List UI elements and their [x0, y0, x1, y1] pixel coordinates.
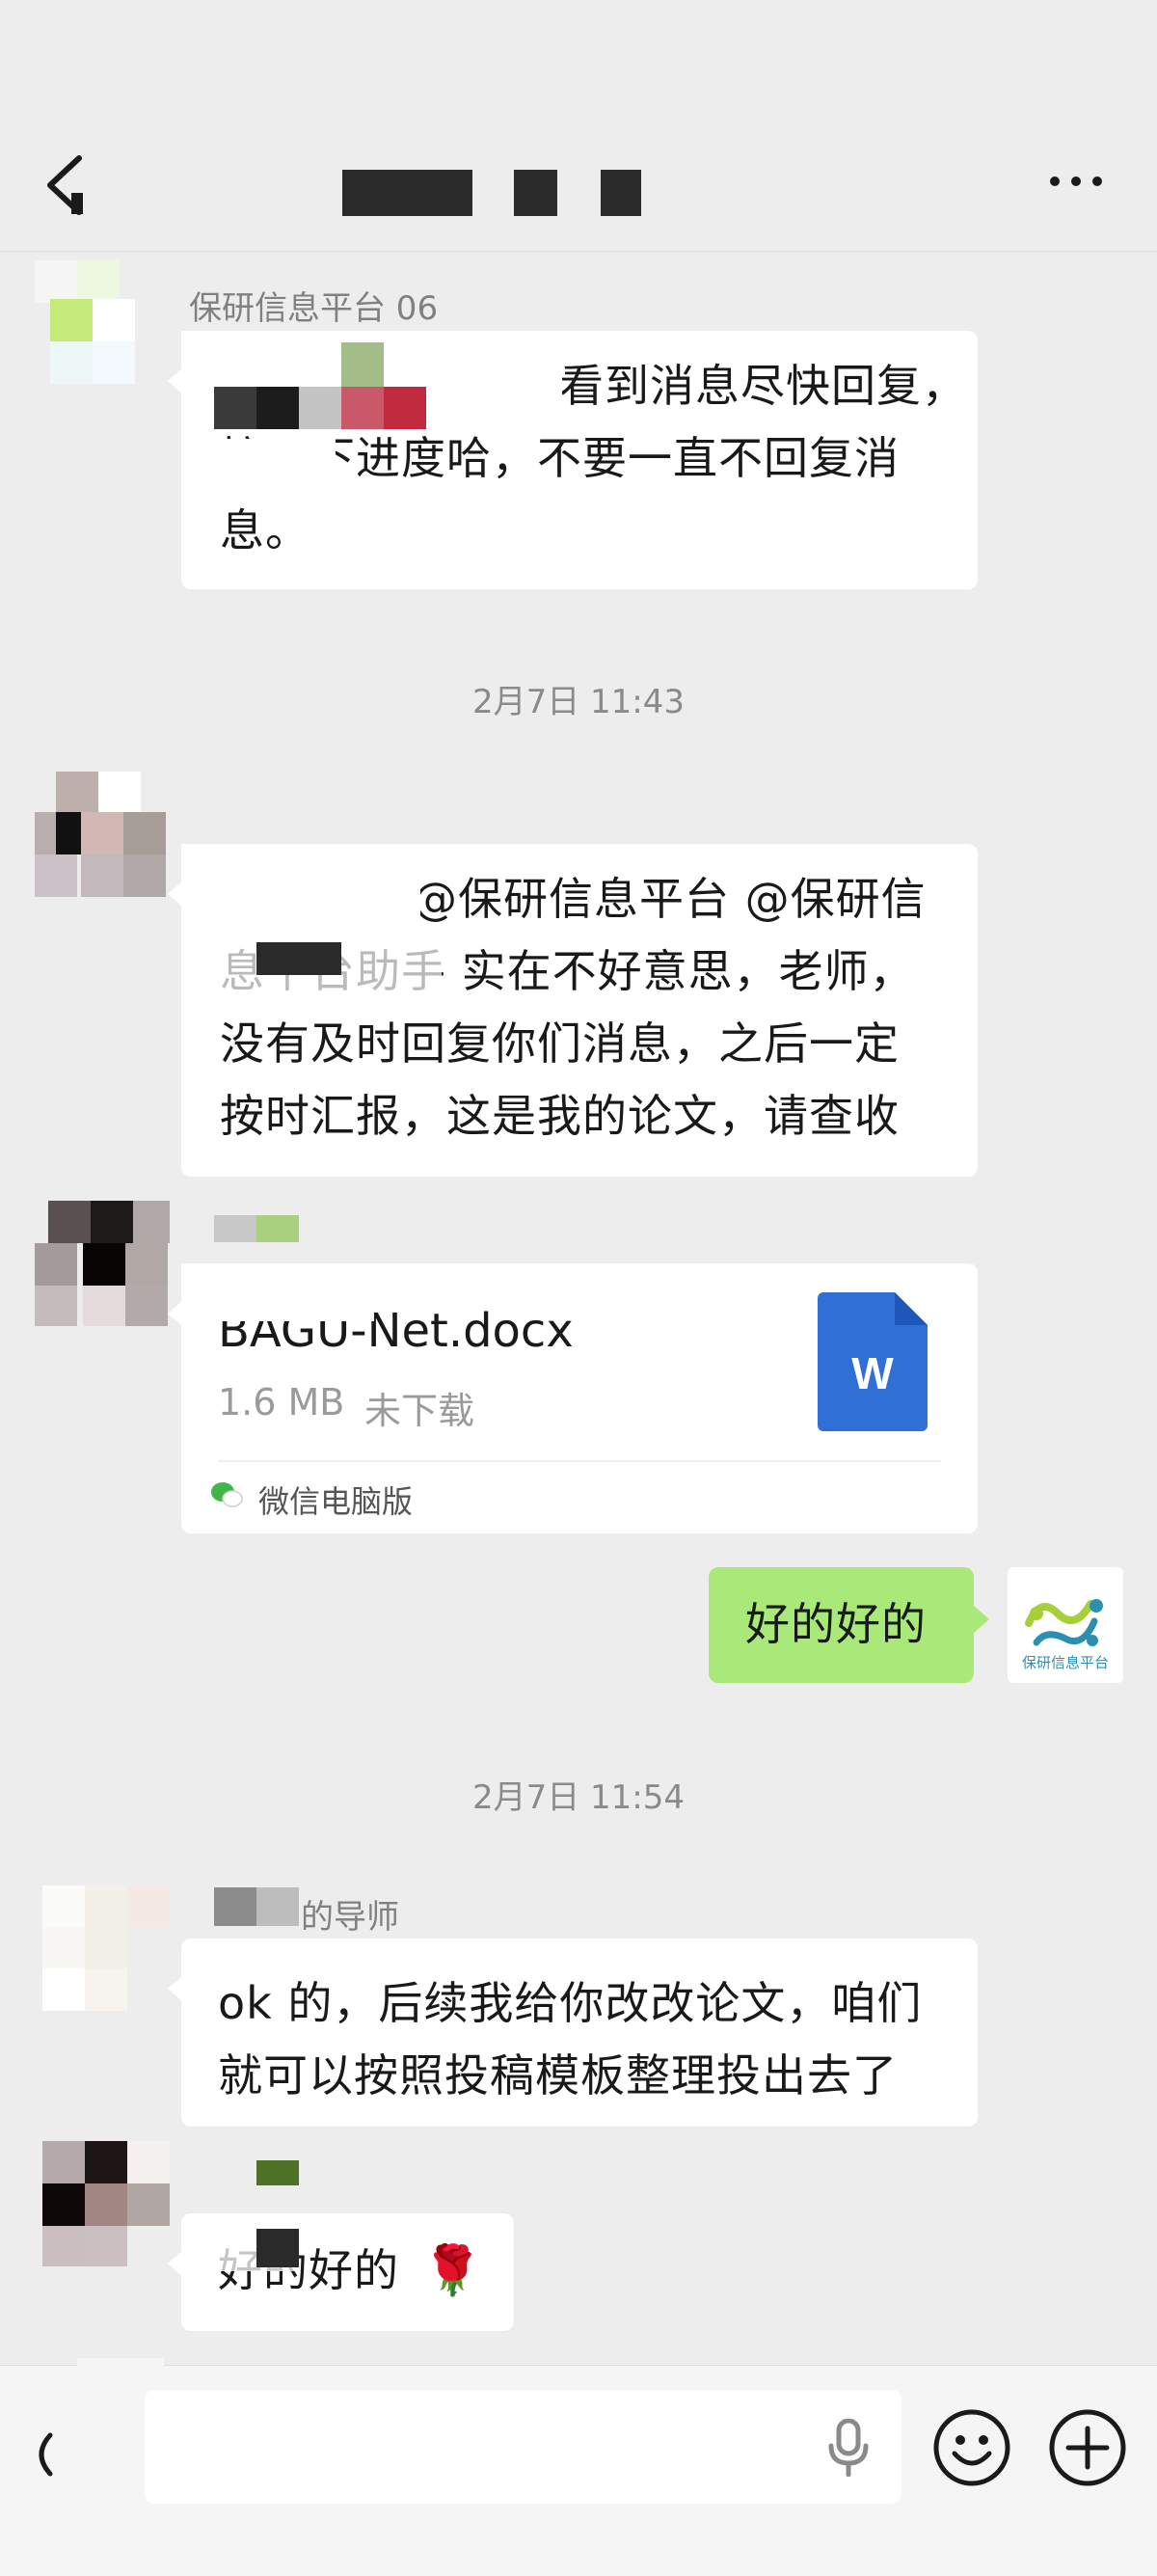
message-bubble[interactable]: @保研信息平台 @保研信 息平台助手 实在不好意思，老师， 没有及时回复你们消息…: [168, 844, 978, 1177]
file-source: 微信电脑版: [258, 1483, 414, 1520]
avatar[interactable]: [42, 1885, 177, 2011]
sender-name-redacted: [214, 1887, 256, 1926]
avatar[interactable]: [35, 260, 170, 386]
voice-toggle-icon[interactable]: [29, 2416, 67, 2493]
file-message-card[interactable]: BAGU-Net.docx 1.6 MB 未下载 W 微信电脑版: [168, 1263, 978, 1533]
redacted-block: [256, 942, 341, 975]
sender-name-redacted: [214, 1215, 256, 1242]
message-input[interactable]: [145, 2390, 901, 2504]
avatar[interactable]: [35, 772, 170, 897]
message-text: 好的好的: [745, 1598, 927, 1650]
message-text: 按时汇报，这是我的论文，请查收: [220, 1090, 900, 1142]
message-text: ok 的，后续我给你改改论文，咱们: [218, 1977, 923, 2029]
redacted-block: [256, 2229, 299, 2267]
word-icon-letter: W: [851, 1348, 894, 1398]
message-text: @保研信息平台 @保研信: [413, 873, 927, 925]
message-text: 息。: [220, 504, 310, 556]
file-download-status: 未下载: [364, 1390, 475, 1432]
emoji-icon[interactable]: [931, 2407, 1012, 2488]
sender-name-redacted: [256, 2160, 299, 2185]
self-avatar[interactable]: 保研信息平台: [1008, 1567, 1123, 1683]
self-message-bubble[interactable]: 好的好的: [709, 1567, 989, 1683]
self-avatar-label: 保研信息平台: [1021, 1654, 1109, 1671]
chevron-left-icon[interactable]: [42, 154, 94, 216]
microphone-icon[interactable]: [827, 2419, 870, 2477]
chat-header: [0, 0, 1157, 252]
more-horizontal-icon[interactable]: [1047, 172, 1105, 191]
message-bubble[interactable]: 看到消息尽快回复， 搞一下进度哈，不要一直不回复消 息。: [168, 331, 978, 589]
message-text: 没有及时回复你们消息，之后一定: [220, 1017, 900, 1070]
redacted-block: [341, 342, 384, 387]
sender-name: 的导师: [301, 1898, 399, 1937]
message-text: 看到消息尽快回复，: [559, 360, 967, 412]
divider: [218, 1460, 941, 1462]
sender-name: 保研信息平台 06: [189, 289, 439, 328]
timestamp: 2月7日 11:54: [471, 1778, 686, 1817]
word-document-icon: W: [818, 1292, 928, 1431]
chat-title-redacted: [342, 170, 651, 216]
plus-icon[interactable]: [1047, 2407, 1128, 2488]
message-bubble[interactable]: 好的好的 🌹: [168, 2213, 514, 2331]
wechat-icon: [211, 1482, 243, 1507]
message-text: 就可以按照投稿模板整理投出去了: [218, 2049, 898, 2101]
message-bubble[interactable]: ok 的，后续我给你改改论文，咱们 就可以按照投稿模板整理投出去了: [168, 1939, 978, 2127]
avatar[interactable]: [35, 1201, 170, 1326]
rose-emoji: 🌹: [422, 2242, 483, 2298]
file-size: 1.6 MB: [218, 1381, 345, 1424]
timestamp: 2月7日 11:43: [471, 683, 686, 721]
avatar[interactable]: [42, 2141, 177, 2266]
